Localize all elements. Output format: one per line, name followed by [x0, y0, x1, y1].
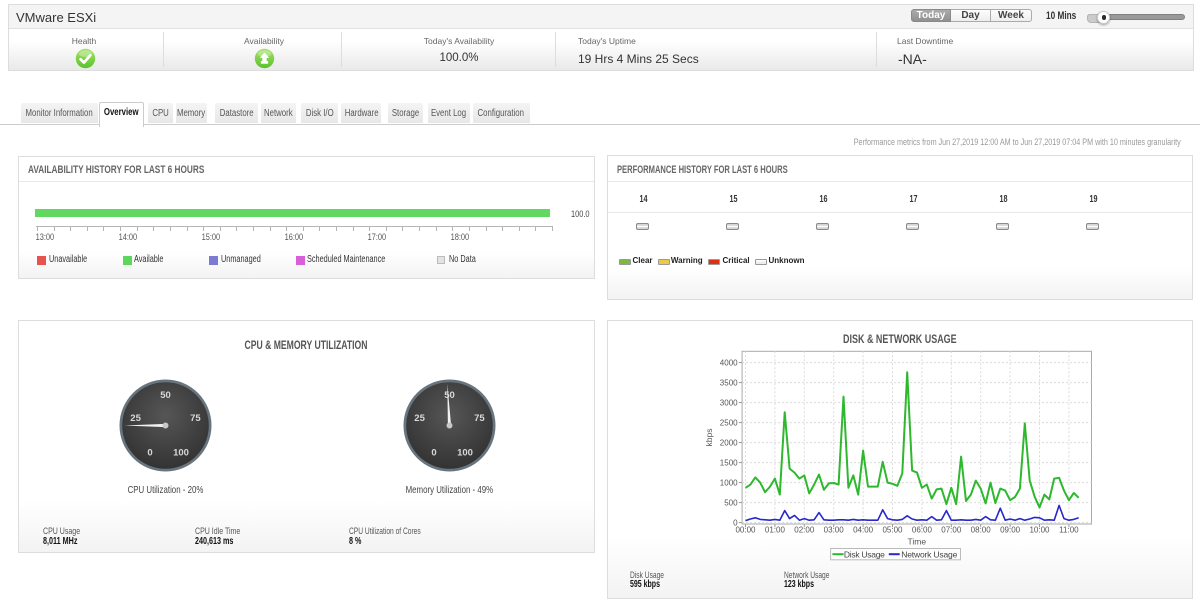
- svg-text:Disk Usage: Disk Usage: [843, 550, 884, 560]
- svg-text:75: 75: [190, 412, 201, 423]
- svg-text:Network Usage: Network Usage: [901, 550, 957, 560]
- svg-text:75: 75: [474, 412, 485, 423]
- svg-text:3000: 3000: [719, 399, 737, 408]
- svg-text:100: 100: [173, 447, 189, 458]
- svg-text:4000: 4000: [719, 359, 737, 368]
- svg-text:0: 0: [147, 447, 152, 458]
- svg-text:50: 50: [444, 389, 455, 400]
- svg-text:25: 25: [414, 412, 425, 423]
- svg-text:2500: 2500: [719, 419, 737, 428]
- svg-text:500: 500: [724, 499, 738, 508]
- svg-text:0: 0: [431, 447, 436, 458]
- svg-text:kbps: kbps: [704, 429, 714, 447]
- svg-text:100: 100: [457, 447, 473, 458]
- svg-text:1500: 1500: [719, 459, 737, 468]
- svg-text:3500: 3500: [719, 379, 737, 388]
- svg-text:Time: Time: [907, 537, 926, 547]
- svg-text:50: 50: [160, 389, 171, 400]
- svg-text:1000: 1000: [719, 479, 737, 488]
- svg-text:25: 25: [130, 412, 141, 423]
- svg-text:2000: 2000: [719, 439, 737, 448]
